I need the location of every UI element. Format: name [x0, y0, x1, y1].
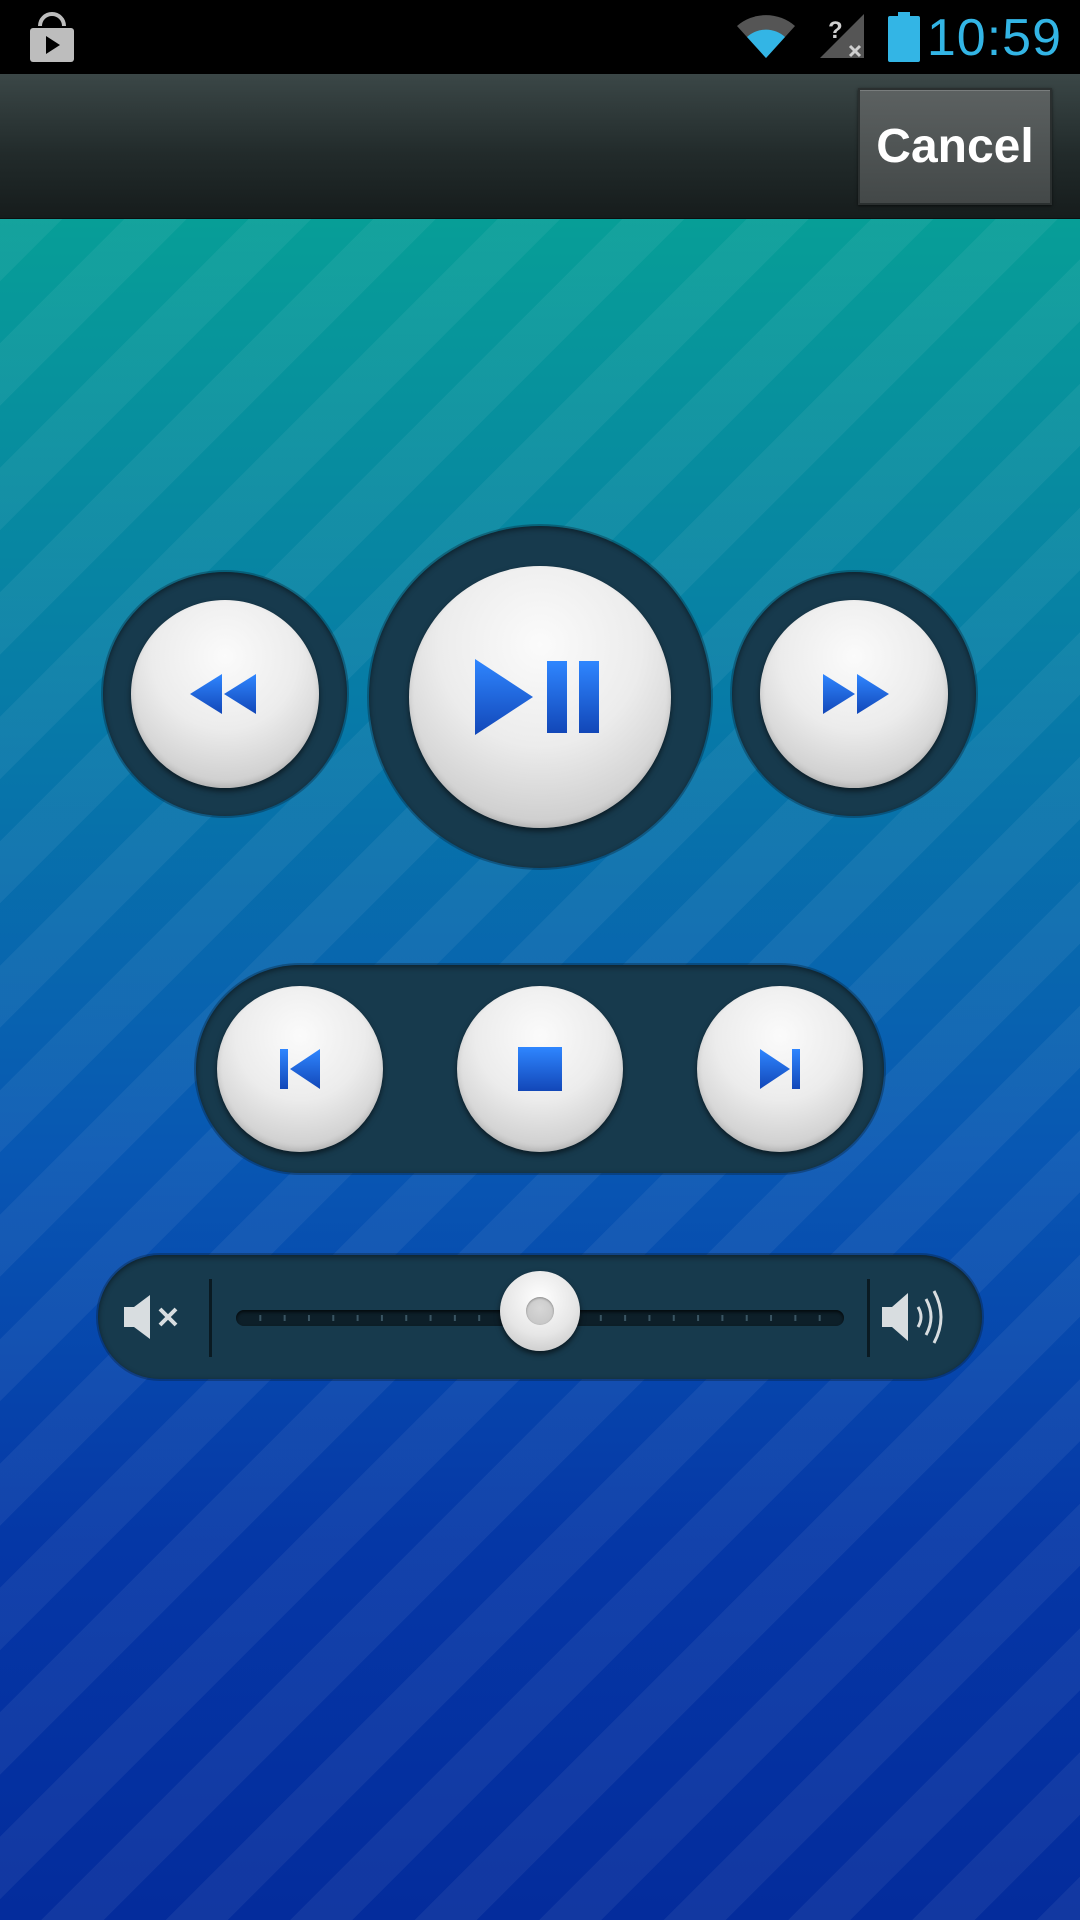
skip-previous-button[interactable] [217, 986, 383, 1152]
no-sim-signal-icon: ? [820, 14, 864, 58]
svg-text:?: ? [828, 17, 843, 44]
fast-forward-icon [823, 674, 889, 714]
play-pause-icon [475, 659, 599, 735]
skip-next-icon [760, 1049, 800, 1089]
cancel-button[interactable]: Cancel [858, 88, 1052, 205]
fast-forward-button[interactable] [760, 600, 948, 788]
status-bar: ? 10:59 [0, 0, 1080, 74]
skip-previous-icon [280, 1049, 320, 1089]
volume-slider-thumb[interactable] [500, 1271, 580, 1351]
volume-mute-icon[interactable] [122, 1291, 184, 1343]
rewind-icon [190, 674, 256, 714]
skip-next-button[interactable] [697, 986, 863, 1152]
status-time: 10:59 [926, 9, 1062, 67]
remote-control-panel [0, 219, 1080, 1920]
volume-divider-left [209, 1279, 212, 1357]
volume-max-icon[interactable] [880, 1285, 952, 1349]
play-pause-button[interactable] [409, 566, 671, 828]
battery-icon [888, 12, 920, 62]
volume-divider-right [867, 1279, 870, 1357]
wifi-icon [737, 15, 795, 58]
stop-button[interactable] [457, 986, 623, 1152]
stop-icon [518, 1047, 562, 1091]
play-store-icon [30, 12, 74, 62]
action-bar: Cancel [0, 74, 1080, 219]
rewind-button[interactable] [131, 600, 319, 788]
